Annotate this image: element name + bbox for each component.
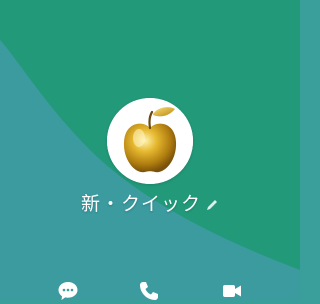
chat-button[interactable] [54, 280, 82, 304]
phone-icon [140, 282, 158, 300]
pencil-icon[interactable] [205, 197, 219, 211]
profile-actions [0, 280, 300, 300]
video-camera-icon [223, 285, 241, 297]
call-button[interactable] [135, 280, 163, 304]
chat-bubble-icon [58, 282, 78, 300]
profile-name-row: 新・クイック [0, 188, 300, 216]
golden-apple-image [107, 98, 193, 184]
profile-name: 新・クイック [80, 192, 201, 215]
video-call-button[interactable] [218, 280, 246, 304]
profile-avatar[interactable] [107, 98, 193, 184]
